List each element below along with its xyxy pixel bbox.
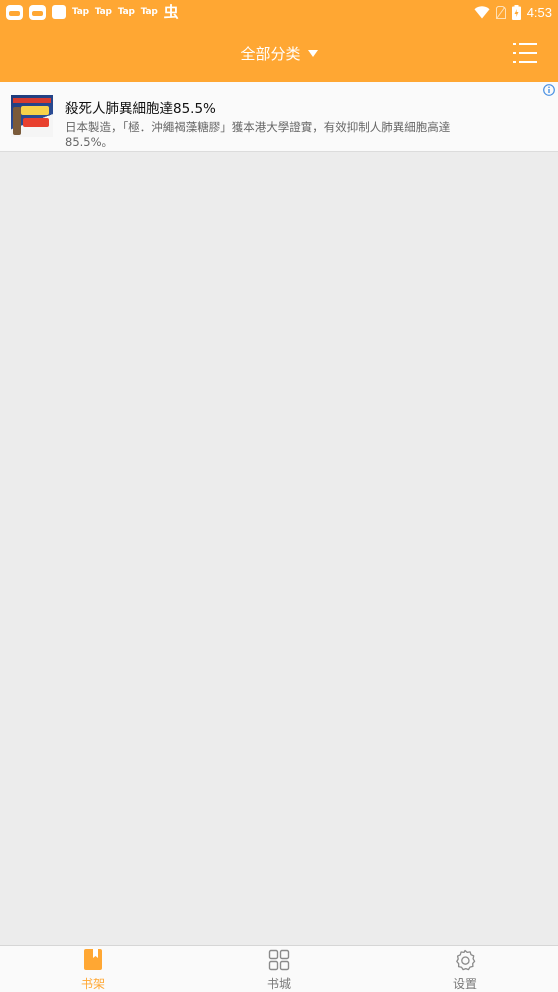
tap-notification-label: Tap [72,7,89,17]
grid-store-icon [268,949,290,971]
tap-notification-label: Tap [140,7,158,17]
status-time: 4:53 [526,4,552,20]
bottom-navigation: 书架 书城 设置 [0,945,558,992]
bookshelf-content [0,152,558,945]
wifi-icon [474,5,490,18]
tap-notification-label: Tap [117,7,135,17]
ad-description: 日本製造，「極．沖繩褐藻糖膠」獲本港大學證實，有效抑制人肺異細胞高達85.5%。 [65,120,451,149]
no-sim-icon [495,5,506,19]
notification-icons: Tap Tap Tap Tap 虫 [6,2,179,21]
bookshelf-icon [84,949,102,970]
ad-info-icon[interactable] [543,84,555,96]
ad-banner[interactable]: 殺死人肺異細胞達85.5% 日本製造，「極．沖繩褐藻糖膠」獲本港大學證實，有效抑… [0,82,558,152]
bug-icon: 虫 [163,2,179,21]
app-square-icon [52,5,66,19]
app-robot-icon [29,4,46,20]
ad-thumbnail [11,95,53,137]
category-dropdown[interactable]: 全部分类 [199,24,359,82]
system-icons: 4:53 [474,4,552,20]
tab-bookstore[interactable]: 书城 [186,946,372,992]
tab-label: 书城 [266,977,291,991]
tab-label: 设置 [452,977,477,991]
settings-gear-icon [456,949,476,971]
battery-icon [511,4,521,20]
tap-notification-label: Tap [94,7,112,17]
tab-bookshelf[interactable]: 书架 [0,946,186,992]
app-robot-icon [6,4,23,20]
top-toolbar: 全部分类 [0,24,558,82]
tab-label: 书架 [80,977,105,991]
list-menu-icon [513,43,537,63]
tab-settings[interactable]: 设置 [372,946,558,992]
caret-down-icon [307,50,318,57]
menu-button[interactable] [512,40,538,66]
ad-title: 殺死人肺異細胞達85.5% [65,101,216,117]
status-bar: Tap Tap Tap Tap 虫 4:53 [0,0,558,24]
category-label: 全部分类 [240,44,301,63]
